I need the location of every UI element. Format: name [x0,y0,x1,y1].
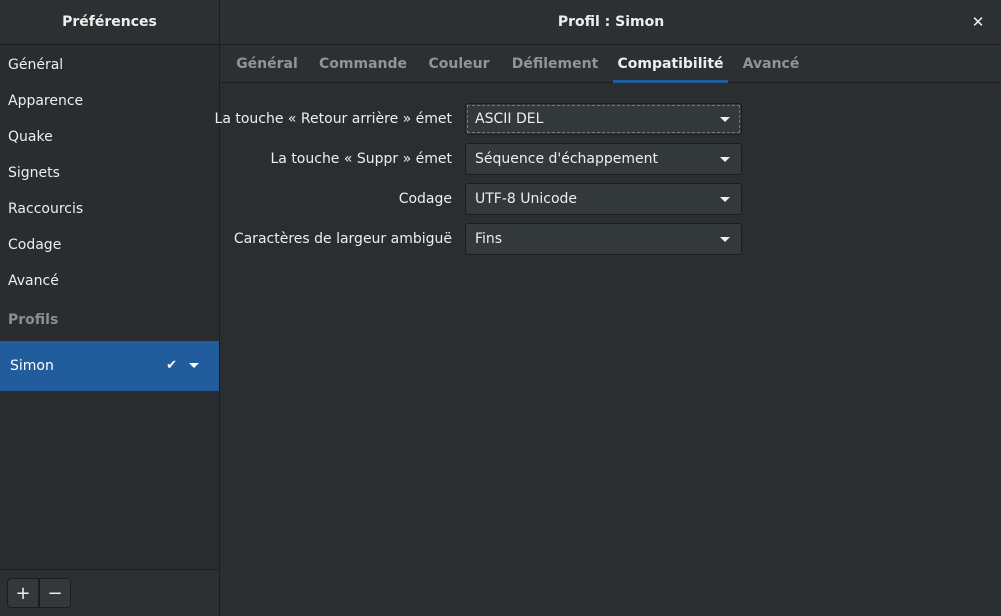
chevron-down-icon [720,197,730,202]
profile-title: Profil : Simon [557,14,665,30]
tab-bar: Général Commande Couleur Défilement Comp… [221,45,1001,83]
tab-general[interactable]: Général [229,45,305,82]
backspace-row: La touche « Retour arrière » émet ASCII … [215,103,1001,135]
tab-compatibility[interactable]: Compatibilité [613,45,728,83]
chevron-down-icon[interactable] [189,363,199,368]
add-profile-button[interactable]: + [7,578,39,608]
header-bar: Préférences Profil : Simon ✕ [0,0,1001,45]
close-icon: ✕ [971,13,985,31]
sidebar-item-shortcuts[interactable]: Raccourcis [0,191,219,227]
chevron-down-icon [720,117,730,122]
sidebar-item-bookmarks[interactable]: Signets [0,155,219,191]
encoding-label: Codage [398,191,452,207]
delete-row: La touche « Suppr » émet Séquence d'écha… [221,143,1001,175]
backspace-value: ASCII DEL [475,111,544,127]
ambiguous-width-row: Caractères de largeur ambiguë Fins [221,223,1001,255]
sidebar-item-appearance[interactable]: Apparence [0,83,219,119]
tab-command[interactable]: Commande [317,45,409,82]
sidebar-item-general[interactable]: Général [0,47,219,83]
preferences-window: Préférences Profil : Simon ✕ Général App… [0,0,1001,616]
sidebar-profile-simon[interactable]: Simon ✔ [0,341,219,391]
tab-scrolling[interactable]: Défilement [508,45,602,82]
tab-color[interactable]: Couleur [424,45,494,82]
ambiguous-width-dropdown[interactable]: Fins [465,223,742,255]
ambiguous-width-value: Fins [475,231,503,247]
delete-dropdown[interactable]: Séquence d'échappement [465,143,742,175]
close-button[interactable]: ✕ [967,11,989,33]
encoding-value: UTF-8 Unicode [475,191,578,207]
profile-label: Simon [10,358,54,374]
sidebar-item-quake[interactable]: Quake [0,119,219,155]
checkmark-icon: ✔ [166,358,177,373]
tab-advanced[interactable]: Avancé [739,45,803,82]
encoding-row: Codage UTF-8 Unicode [221,183,1001,215]
sidebar: Général Apparence Quake Signets Raccourc… [0,45,220,616]
sidebar-footer: + − [0,569,219,616]
delete-label: La touche « Suppr » émet [270,151,452,167]
sidebar-item-advanced[interactable]: Avancé [0,263,219,299]
backspace-dropdown[interactable]: ASCII DEL [465,103,742,135]
sidebar-item-encoding[interactable]: Codage [0,227,219,263]
preferences-title: Préférences [0,0,220,44]
main-panel: Général Commande Couleur Défilement Comp… [215,45,1001,616]
profiles-heading: Profils [8,312,59,328]
encoding-dropdown[interactable]: UTF-8 Unicode [465,183,742,215]
backspace-label: La touche « Retour arrière » émet [214,111,452,127]
delete-value: Séquence d'échappement [475,151,659,167]
chevron-down-icon [720,237,730,242]
chevron-down-icon [720,157,730,162]
ambiguous-width-label: Caractères de largeur ambiguë [233,231,452,247]
remove-profile-button[interactable]: − [39,578,71,608]
